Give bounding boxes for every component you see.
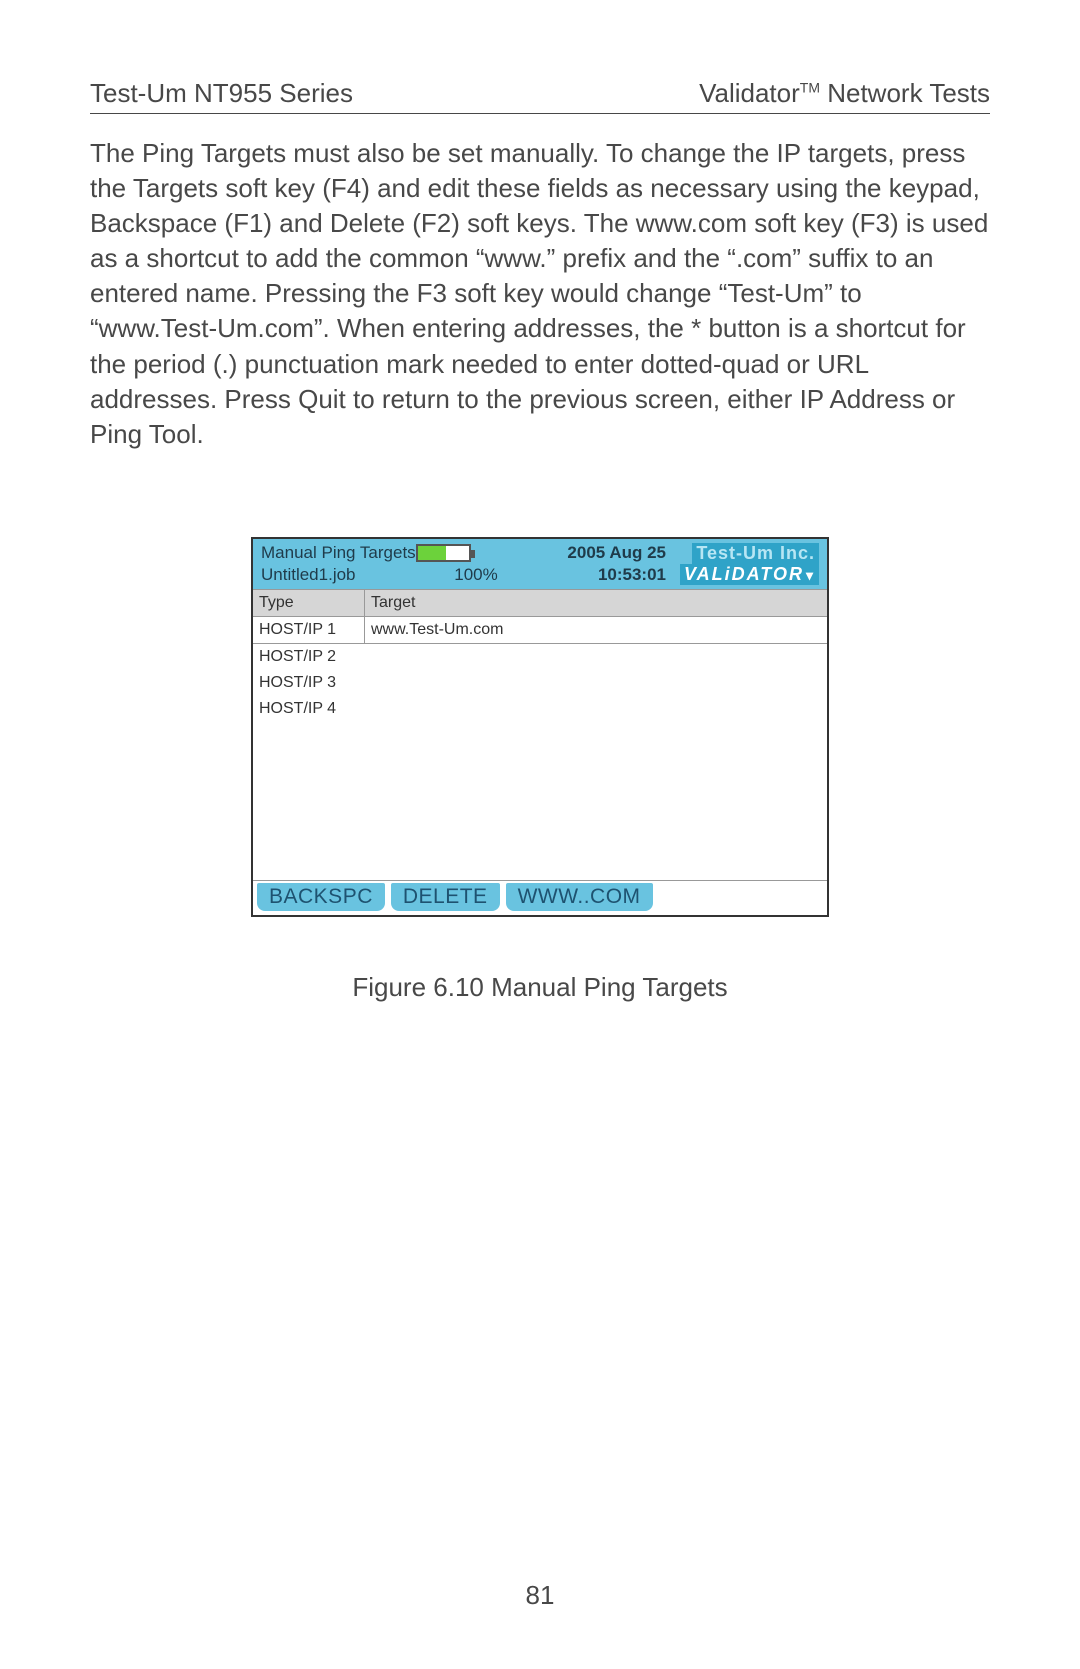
- screen-title: Manual Ping Targets: [261, 543, 416, 563]
- table-row[interactable]: HOST/IP 2: [253, 644, 827, 670]
- cell-type: HOST/IP 1: [253, 617, 365, 644]
- device-header: Manual Ping Targets 2005 Aug 25 Test-Um …: [253, 539, 827, 589]
- cell-target[interactable]: [365, 696, 827, 722]
- screen-filename: Untitled1.job: [261, 565, 416, 585]
- screen-date: 2005 Aug 25: [536, 543, 666, 563]
- table-header-row: Type Target: [253, 589, 827, 617]
- brand-product: VALiDATOR: [680, 564, 819, 585]
- cell-type: HOST/IP 2: [253, 644, 365, 670]
- battery-indicator: [416, 543, 536, 563]
- col-type-header: Type: [253, 589, 365, 617]
- header-right: ValidatorTM Network Tests: [699, 78, 990, 109]
- header-right-sup: TM: [800, 79, 820, 95]
- targets-table: Type Target HOST/IP 1 www.Test-Um.com HO…: [253, 589, 827, 880]
- header-right-pre: Validator: [699, 78, 800, 108]
- cell-type: HOST/IP 4: [253, 696, 365, 722]
- screen-percent: 100%: [416, 565, 536, 585]
- brand-block: Test-Um Inc. VALiDATOR: [666, 543, 819, 585]
- softkey-wwwcom[interactable]: WWW..COM: [506, 883, 653, 911]
- page-header: Test-Um NT955 Series ValidatorTM Network…: [90, 78, 990, 114]
- device-figure: Manual Ping Targets 2005 Aug 25 Test-Um …: [251, 537, 829, 1003]
- softkey-bar: BACKSPC DELETE WWW..COM: [253, 880, 827, 915]
- figure-caption: Figure 6.10 Manual Ping Targets: [251, 972, 829, 1003]
- page-number: 81: [0, 1580, 1080, 1611]
- cell-target[interactable]: [365, 670, 827, 696]
- battery-icon: [416, 544, 471, 562]
- cell-type: HOST/IP 3: [253, 670, 365, 696]
- table-row[interactable]: HOST/IP 4: [253, 696, 827, 722]
- cell-target[interactable]: www.Test-Um.com: [365, 617, 827, 644]
- brand-company: Test-Um Inc.: [692, 543, 819, 564]
- header-left: Test-Um NT955 Series: [90, 78, 353, 109]
- table-blank-area: [253, 722, 827, 880]
- body-paragraph: The Ping Targets must also be set manual…: [90, 136, 990, 452]
- softkey-delete[interactable]: DELETE: [391, 883, 500, 911]
- softkey-backspace[interactable]: BACKSPC: [257, 883, 385, 911]
- table-row[interactable]: HOST/IP 3: [253, 670, 827, 696]
- cell-target[interactable]: [365, 644, 827, 670]
- device-screen: Manual Ping Targets 2005 Aug 25 Test-Um …: [251, 537, 829, 917]
- header-right-post: Network Tests: [820, 78, 990, 108]
- screen-time: 10:53:01: [536, 565, 666, 585]
- table-row[interactable]: HOST/IP 1 www.Test-Um.com: [253, 617, 827, 644]
- col-target-header: Target: [365, 589, 827, 617]
